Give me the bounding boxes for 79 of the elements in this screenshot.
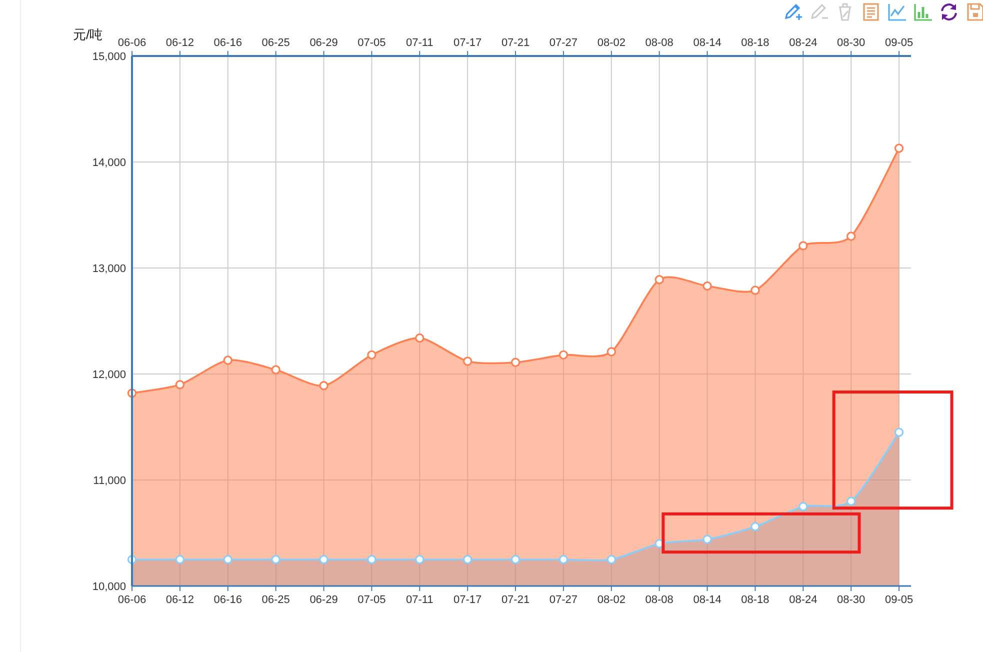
- data-point: [223, 356, 232, 365]
- data-point: [510, 554, 520, 564]
- axis-label: 06-06: [118, 37, 146, 49]
- axis-label: 08-14: [693, 594, 722, 606]
- axis-label: 13,000: [92, 263, 126, 275]
- axis-label: 07-17: [454, 37, 482, 49]
- data-point: [654, 275, 664, 284]
- data-point: [271, 365, 280, 374]
- axis-label: 07-11: [406, 594, 434, 606]
- data-point: [606, 554, 616, 564]
- data-point: [175, 380, 185, 390]
- data-point: [894, 144, 904, 153]
- data-point: [415, 333, 424, 343]
- axis-label: 07-11: [406, 37, 434, 49]
- axis-label: 08-24: [789, 37, 818, 49]
- axis-label: 06-06: [118, 594, 146, 606]
- data-point: [127, 388, 137, 398]
- axis-label: 07-21: [501, 37, 530, 49]
- axis-label: 08-08: [645, 37, 674, 49]
- data-point: [319, 381, 328, 390]
- axis-label: 07-05: [358, 594, 386, 606]
- axis-label: 06-16: [214, 37, 242, 49]
- axis-label: 06-25: [262, 37, 290, 49]
- floppy-disk-icon[interactable]: [965, 2, 983, 22]
- axis-label: 08-24: [789, 594, 818, 606]
- pencil-plus-icon[interactable]: [783, 2, 803, 22]
- axis-label: 12,000: [92, 369, 126, 381]
- axis-label: 06-12: [166, 594, 194, 606]
- data-point: [175, 554, 185, 564]
- data-point: [462, 554, 472, 564]
- axis-label: 06-25: [262, 594, 290, 606]
- data-point: [462, 356, 472, 366]
- axis-label: 08-18: [741, 37, 770, 49]
- axis-label: 06-29: [310, 37, 338, 49]
- axis-label: 15,000: [92, 51, 126, 63]
- axis-label: 07-27: [549, 37, 578, 49]
- axis-label: 10,000: [92, 581, 126, 593]
- axis-label: 08-30: [837, 594, 866, 606]
- bar-chart-icon[interactable]: [913, 2, 933, 22]
- data-point: [367, 350, 376, 360]
- axis-label: 08-08: [645, 594, 674, 606]
- axis-label: 07-05: [358, 37, 386, 49]
- data-point: [846, 496, 856, 506]
- data-point: [606, 347, 616, 356]
- data-point: [319, 554, 328, 564]
- axis-label: 06-12: [166, 37, 194, 49]
- axis-label: 08-14: [693, 37, 722, 49]
- data-point: [558, 350, 568, 360]
- data-point: [558, 554, 568, 564]
- data-point: [798, 241, 808, 250]
- axis-label: 07-17: [454, 594, 482, 606]
- data-point: [798, 502, 808, 512]
- axis-label: 08-30: [837, 37, 866, 49]
- refresh-icon[interactable]: [939, 2, 959, 22]
- axis-title: 元/吨: [73, 27, 103, 42]
- data-point: [702, 281, 712, 291]
- data-point: [750, 522, 760, 532]
- data-point: [271, 554, 280, 564]
- data-point: [702, 534, 712, 544]
- axis-label: 08-02: [597, 594, 626, 606]
- data-point: [894, 428, 904, 437]
- data-point: [750, 286, 760, 295]
- line-chart-icon[interactable]: [887, 2, 907, 22]
- axis-label: 11,000: [93, 475, 126, 487]
- axis-label: 06-16: [214, 594, 242, 606]
- axis-label: 07-27: [549, 594, 578, 606]
- data-point: [510, 358, 520, 367]
- axis-label: 08-02: [597, 37, 626, 49]
- document-icon[interactable]: [861, 2, 881, 22]
- axis-label: 14,000: [92, 157, 126, 169]
- axis-label: 09-05: [884, 594, 914, 606]
- data-point: [367, 554, 376, 564]
- axis-label: 08-18: [741, 594, 770, 606]
- data-point: [415, 554, 424, 564]
- data-point: [846, 232, 856, 241]
- axis-label: 06-29: [310, 594, 338, 606]
- data-point: [223, 554, 232, 564]
- axis-label: 07-21: [501, 594, 530, 606]
- axis-label: 09-05: [884, 37, 914, 49]
